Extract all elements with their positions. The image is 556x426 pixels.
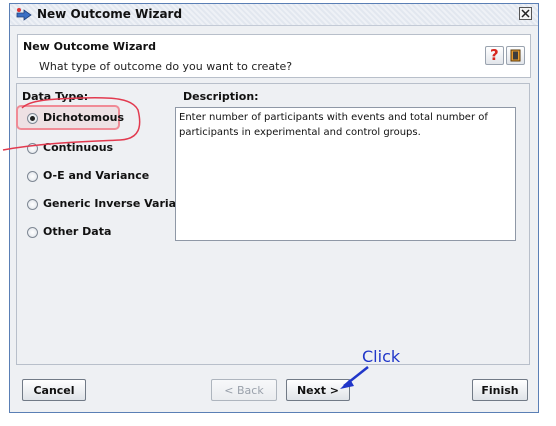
- annotation-overlay: [2, 96, 369, 389]
- selection-circle-stroke: [2, 96, 141, 151]
